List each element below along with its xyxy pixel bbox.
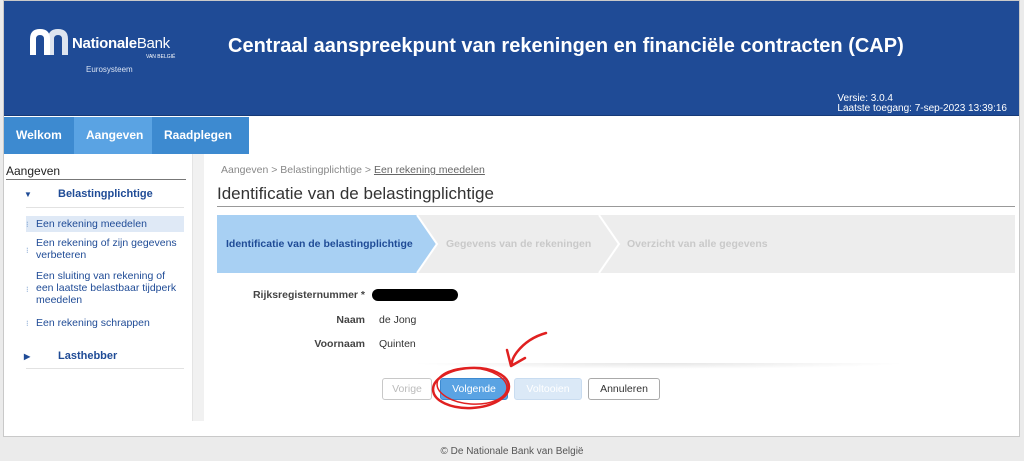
logo-eurosystem: Eurosysteem xyxy=(86,65,133,74)
bullet-icon: ⁝ xyxy=(26,319,29,328)
form-row-voornaam: Voornaam Quinten xyxy=(209,338,609,352)
caret-right-icon: ▶ xyxy=(24,352,31,361)
finish-button[interactable]: Voltooien xyxy=(514,378,582,400)
sidebar-group-label: Lasthebber xyxy=(58,350,118,362)
breadcrumb-current[interactable]: Een rekening meedelen xyxy=(374,164,485,176)
tab-raadplegen[interactable]: Raadplegen xyxy=(152,117,249,154)
main-content: Aangeven > Belastingplichtige > Een reke… xyxy=(209,154,1019,438)
voornaam-label: Voornaam xyxy=(314,338,365,350)
next-button[interactable]: Volgende xyxy=(440,378,508,400)
version-info: Versie: 3.0.4 Laatste toegang: 7-sep-202… xyxy=(837,94,1007,114)
breadcrumb: Aangeven > Belastingplichtige > Een reke… xyxy=(221,164,485,176)
sidebar-heading: Aangeven xyxy=(6,164,186,180)
sidebar-group-label: Belastingplichtige xyxy=(58,188,153,200)
voornaam-value: Quinten xyxy=(379,338,416,350)
rrn-label: Rijksregisternummer * xyxy=(252,289,365,301)
nbb-logo-mark-icon xyxy=(30,29,68,55)
breadcrumb-item[interactable]: Belastingplichtige xyxy=(280,164,362,176)
sidebar: Aangeven ▼ Belastingplichtige ⁝ Een reken… xyxy=(4,154,204,421)
bullet-icon: ⁝ xyxy=(26,246,29,255)
cancel-button[interactable]: Annuleren xyxy=(588,378,660,400)
naam-value: de Jong xyxy=(379,314,417,326)
sidebar-item-label: Een sluiting van rekening of een laatste… xyxy=(36,270,177,306)
step-overzicht: Overzicht van alle gegevens xyxy=(627,238,768,250)
sidebar-item-sluiting-meedelen[interactable]: ⁝ Een sluiting van rekening of een laats… xyxy=(26,270,184,308)
last-access-label: Laatste toegang: 7-sep-2023 13:39:16 xyxy=(837,103,1007,114)
sidebar-item-label: Een rekening meedelen xyxy=(36,218,147,230)
app-window: NationaleBank VAN BELGIË Eurosysteem Cen… xyxy=(3,0,1020,437)
sidebar-item-label: Een rekening of zijn gegevens verbeteren xyxy=(36,237,177,261)
sidebar-group-lasthebber[interactable]: ▶ Lasthebber xyxy=(24,350,117,362)
naam-label: Naam xyxy=(336,314,365,326)
bullet-icon: ⁝ xyxy=(26,285,29,294)
logo-name: NationaleBank xyxy=(72,35,170,52)
sidebar-item-rekening-schrappen[interactable]: ⁝ Een rekening schrappen xyxy=(26,317,184,331)
sidebar-item-rekening-meedelen[interactable]: ⁝ Een rekening meedelen xyxy=(26,216,184,232)
main-nav: Welkom Aangeven Raadplegen xyxy=(4,117,249,160)
breadcrumb-separator: > xyxy=(364,164,372,176)
sidebar-group-belastingplichtige[interactable]: ▼ Belastingplichtige xyxy=(24,188,153,200)
prev-button[interactable]: Vorige xyxy=(382,378,432,400)
caret-down-icon: ▼ xyxy=(24,190,32,199)
tab-welkom[interactable]: Welkom xyxy=(4,117,70,154)
step-gegevens-rekeningen: Gegevens van de rekeningen xyxy=(446,238,592,250)
wizard-steps: Identificatie van de belastingplichtige … xyxy=(217,215,1015,273)
divider xyxy=(26,207,184,208)
sidebar-item-label: Een rekening schrappen xyxy=(36,317,150,329)
form-row-naam: Naam de Jong xyxy=(209,314,609,328)
sidebar-item-rekening-verbeteren[interactable]: ⁝ Een rekening of zijn gegevens verbeter… xyxy=(26,237,184,263)
breadcrumb-separator: > xyxy=(271,164,278,176)
step-identificatie: Identificatie van de belastingplichtige xyxy=(226,238,413,250)
breadcrumb-item[interactable]: Aangeven xyxy=(221,164,268,176)
rrn-redacted-value xyxy=(372,289,458,301)
divider xyxy=(26,368,184,369)
footer-copyright: © De Nationale Bank van België xyxy=(440,446,584,457)
form-separator xyxy=(409,363,909,369)
tab-aangeven[interactable]: Aangeven xyxy=(74,117,152,160)
app-header: NationaleBank VAN BELGIË Eurosysteem Cen… xyxy=(4,1,1019,116)
sidebar-scrollbar[interactable] xyxy=(192,154,204,421)
page-title: Identificatie van de belastingplichtige xyxy=(217,184,1015,207)
nbb-logo[interactable]: NationaleBank VAN BELGIË Eurosysteem xyxy=(28,23,188,74)
step-chevron xyxy=(598,215,621,273)
logo-subtitle: VAN BELGIË xyxy=(146,54,176,60)
app-title: Centraal aanspreekpunt van rekeningen en… xyxy=(228,35,904,57)
bullet-icon: ⁝ xyxy=(26,220,29,229)
